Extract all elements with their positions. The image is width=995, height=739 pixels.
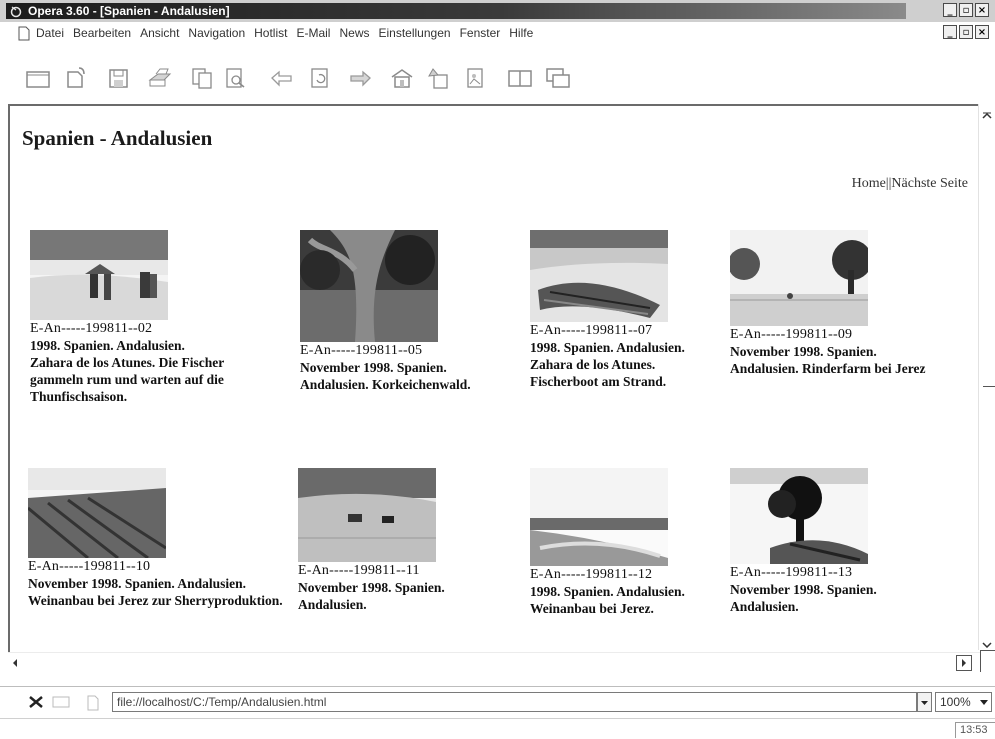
menu-item[interactable]: Einstellungen bbox=[379, 26, 451, 40]
doc-minimize-button[interactable]: _ bbox=[943, 25, 957, 39]
item-caption: November 1998. Spanien. Andalusien. Rind… bbox=[730, 344, 926, 376]
item-code: E-An-----199811--09 bbox=[730, 327, 853, 342]
page-content: Spanien - Andalusien Home||Nächste Seite… bbox=[8, 104, 980, 652]
item-caption: 1998. Spanien. Andalusien. Weinanbau bei… bbox=[530, 584, 685, 616]
menu-item[interactable]: Hotlist bbox=[254, 26, 287, 40]
print-icon[interactable] bbox=[146, 66, 174, 90]
zoom-chevron-icon bbox=[980, 700, 988, 705]
horizontal-scrollbar[interactable] bbox=[8, 652, 980, 673]
maximize-button[interactable]: ▫ bbox=[959, 3, 973, 17]
zoom-select[interactable]: 100% bbox=[935, 692, 992, 712]
images-icon[interactable] bbox=[462, 66, 490, 90]
scroll-thumb[interactable] bbox=[983, 386, 995, 387]
scroll-down-icon[interactable] bbox=[982, 642, 992, 648]
scroll-up-icon[interactable] bbox=[982, 112, 992, 120]
preview-icon[interactable] bbox=[222, 66, 250, 90]
toolbar bbox=[0, 44, 995, 102]
menu-item[interactable]: E-Mail bbox=[296, 26, 330, 40]
menu-item[interactable]: Datei bbox=[36, 26, 64, 40]
item-code: E-An-----199811--12 bbox=[530, 567, 653, 582]
photo-thumbnail[interactable] bbox=[298, 468, 436, 562]
photo-thumbnail[interactable] bbox=[530, 230, 668, 322]
new-window-icon[interactable] bbox=[24, 66, 52, 90]
gallery-item: E-An-----199811--07 1998. Spanien. Andal… bbox=[530, 230, 722, 390]
item-caption: 1998. Spanien. Andalusien. Zahara de los… bbox=[530, 340, 685, 389]
gallery-item: E-An-----199811--02 1998. Spanien. Andal… bbox=[30, 230, 230, 405]
item-caption: November 1998. Spanien. Andalusien. Kork… bbox=[300, 360, 471, 392]
window-list-icon[interactable] bbox=[52, 695, 70, 709]
window-titlebar: Opera 3.60 - [Spanien - Andalusien] _ ▫ … bbox=[0, 0, 995, 22]
window-controls: _ ▫ × bbox=[943, 3, 989, 17]
menu-item[interactable]: Ansicht bbox=[140, 26, 179, 40]
hotlist-icon[interactable] bbox=[424, 66, 452, 90]
url-dropdown-button[interactable] bbox=[917, 692, 932, 712]
item-caption: November 1998. Spanien. Andalusien. bbox=[730, 582, 877, 614]
status-strip bbox=[0, 718, 995, 739]
cascade-icon[interactable] bbox=[544, 66, 572, 90]
home-link[interactable]: Home bbox=[852, 176, 886, 191]
vertical-scrollbar[interactable] bbox=[978, 104, 995, 650]
scroll-right-button[interactable] bbox=[956, 655, 972, 671]
item-caption: November 1998. Spanien. Andalusien. bbox=[298, 580, 445, 612]
menu-item[interactable]: Navigation bbox=[188, 26, 245, 40]
chevron-down-icon bbox=[921, 701, 928, 705]
opera-app-icon[interactable] bbox=[9, 4, 23, 18]
forward-icon[interactable] bbox=[346, 66, 374, 90]
item-code: E-An-----199811--13 bbox=[730, 565, 853, 580]
photo-thumbnail[interactable] bbox=[730, 230, 868, 326]
copy-icon[interactable] bbox=[188, 66, 216, 90]
menu-item[interactable]: Fenster bbox=[460, 26, 501, 40]
page-title: Spanien - Andalusien bbox=[22, 126, 213, 150]
save-icon[interactable] bbox=[104, 66, 132, 90]
document-icon[interactable] bbox=[18, 26, 30, 41]
item-caption: November 1998. Spanien. Andalusien. Wein… bbox=[28, 576, 283, 608]
tile-icon[interactable] bbox=[506, 66, 534, 90]
clock: 13:53 bbox=[955, 722, 995, 738]
page-nav-links: Home||Nächste Seite bbox=[852, 176, 968, 192]
reload-icon[interactable] bbox=[306, 66, 334, 90]
back-icon[interactable] bbox=[268, 66, 296, 90]
photo-thumbnail[interactable] bbox=[730, 468, 868, 564]
menu-item[interactable]: News bbox=[339, 26, 369, 40]
item-code: E-An-----199811--05 bbox=[300, 343, 423, 358]
menu-item[interactable]: Hilfe bbox=[509, 26, 533, 40]
gallery-item: E-An-----199811--10 November 1998. Spani… bbox=[28, 468, 298, 609]
gallery-item: E-An-----199811--05 November 1998. Spani… bbox=[300, 230, 510, 393]
zoom-value: 100% bbox=[940, 695, 971, 709]
scroll-corner bbox=[980, 650, 995, 672]
gallery-item: E-An-----199811--09 November 1998. Spani… bbox=[730, 230, 926, 377]
open-icon[interactable] bbox=[62, 66, 90, 90]
scroll-right-icon bbox=[962, 659, 966, 667]
menu-items: Datei Bearbeiten Ansicht Navigation Hotlist E… bbox=[36, 26, 533, 40]
document-window-controls: _ ▫ × bbox=[943, 25, 989, 39]
photo-thumbnail[interactable] bbox=[300, 230, 438, 342]
next-page-link[interactable]: |Nächste Seite bbox=[889, 176, 968, 191]
stop-icon[interactable] bbox=[28, 695, 44, 709]
photo-thumbnail[interactable] bbox=[30, 230, 168, 320]
gallery-item: E-An-----199811--11 November 1998. Spani… bbox=[298, 468, 508, 613]
menu-item[interactable]: Bearbeiten bbox=[73, 26, 131, 40]
gallery-item: E-An-----199811--12 1998. Spanien. Andal… bbox=[530, 468, 722, 617]
photo-thumbnail[interactable] bbox=[530, 468, 668, 566]
window-title: Opera 3.60 - [Spanien - Andalusien] bbox=[28, 4, 230, 18]
item-code: E-An-----199811--07 bbox=[530, 323, 653, 338]
photo-thumbnail[interactable] bbox=[28, 468, 166, 558]
item-code: E-An-----199811--10 bbox=[28, 559, 151, 574]
gallery-item: E-An-----199811--13 November 1998. Spani… bbox=[730, 468, 926, 615]
doc-maximize-button[interactable]: ▫ bbox=[959, 25, 973, 39]
menu-bar: Datei Bearbeiten Ansicht Navigation Hotlist E… bbox=[0, 22, 995, 44]
item-caption: 1998. Spanien. Andalusien. Zahara de los… bbox=[30, 338, 225, 404]
home-icon[interactable] bbox=[388, 66, 416, 90]
url-input[interactable]: file://localhost/C:/Temp/Andalusien.html bbox=[112, 692, 917, 712]
item-code: E-An-----199811--02 bbox=[30, 321, 153, 336]
address-bar: file://localhost/C:/Temp/Andalusien.html… bbox=[0, 686, 995, 717]
item-code: E-An-----199811--11 bbox=[298, 563, 420, 578]
close-button[interactable]: × bbox=[975, 3, 989, 17]
scroll-left-icon[interactable] bbox=[11, 658, 19, 668]
minimize-button[interactable]: _ bbox=[943, 3, 957, 17]
page-icon[interactable] bbox=[86, 695, 100, 711]
doc-close-button[interactable]: × bbox=[975, 25, 989, 39]
